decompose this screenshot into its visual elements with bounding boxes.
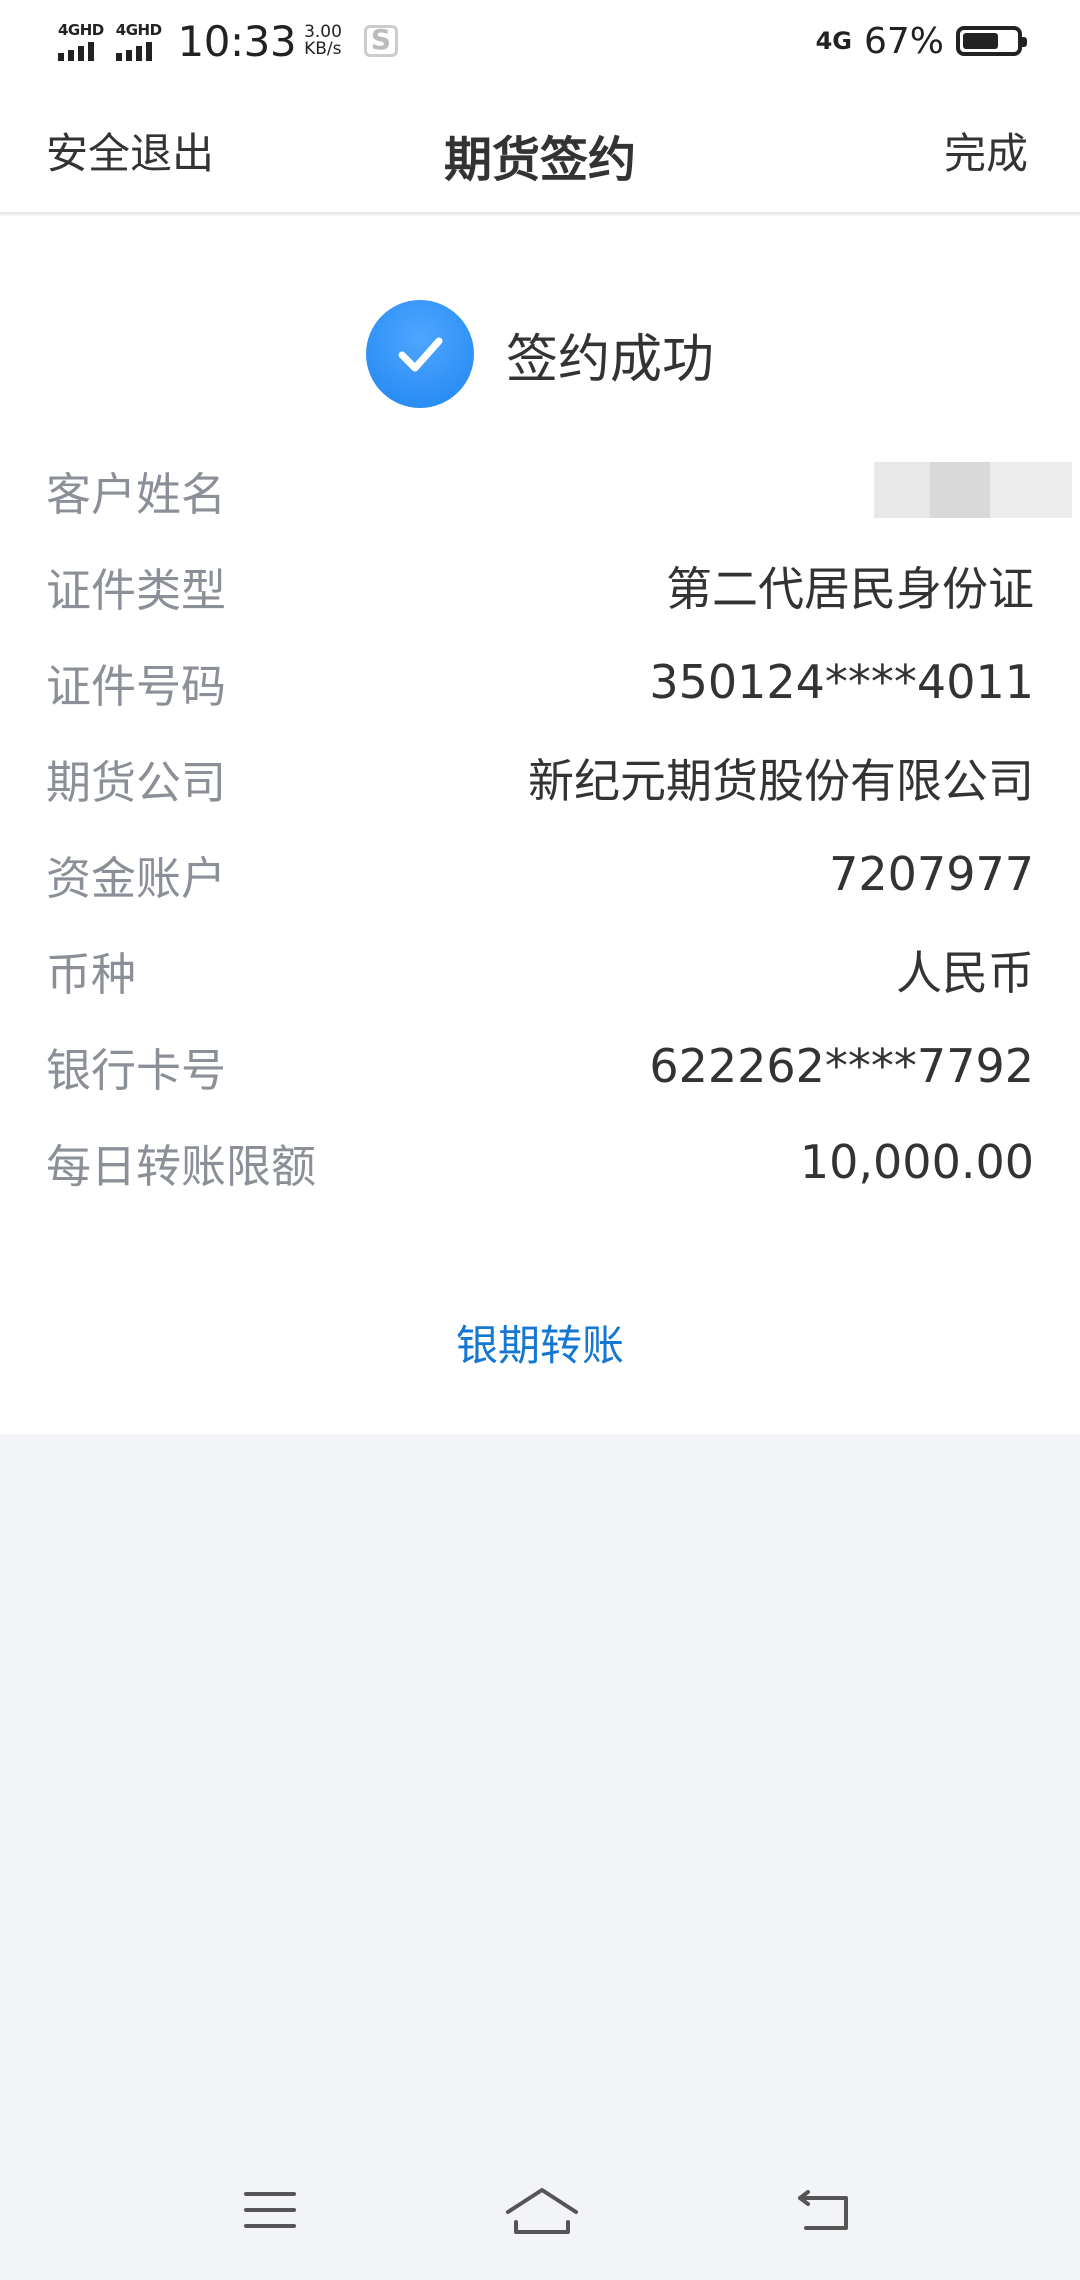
detail-row-futures-company: 期货公司 新纪元期货股份有限公司 — [0, 730, 1080, 826]
redacted-value — [874, 462, 1072, 518]
network-speed: 3.00 KB/s — [304, 24, 342, 58]
signal-2-label: 4GHD — [115, 20, 162, 39]
detail-value: 622262****7792 — [649, 1039, 1034, 1093]
detail-row-fund-account: 资金账户 7207977 — [0, 826, 1080, 922]
signal-1: 4GHD — [58, 22, 104, 61]
back-icon[interactable] — [796, 2186, 852, 2238]
detail-value: 7207977 — [829, 847, 1034, 901]
detail-value: 第二代居民身份证 — [666, 562, 1034, 616]
status-bar: 4GHD 4GHD 10:33 3.00 KB/s S 4G 67% — [0, 0, 1080, 82]
signal-bars-icon — [115, 41, 152, 61]
detail-label: 客户姓名 — [46, 467, 227, 521]
home-icon[interactable] — [504, 2186, 580, 2242]
notification-app-icon: S — [363, 25, 398, 57]
page-title: 期货签约 — [443, 132, 636, 188]
detail-row-id-type: 证件类型 第二代居民身份证 — [0, 538, 1080, 634]
success-banner: 签约成功 — [0, 300, 1080, 408]
battery-percent: 67% — [863, 20, 944, 62]
nav-bar: 安全退出 期货签约 完成 — [0, 82, 1080, 214]
battery-icon — [956, 26, 1027, 56]
status-right: 4G 67% — [815, 20, 1027, 62]
detail-value: 350124****4011 — [649, 655, 1034, 709]
signal-bars-icon — [58, 41, 94, 61]
menu-icon[interactable] — [242, 2186, 298, 2238]
detail-row-currency: 币种 人民币 — [0, 922, 1080, 1018]
detail-label: 币种 — [46, 947, 137, 1001]
detail-value: 10,000.00 — [799, 1135, 1034, 1189]
detail-row-customer-name: 客户姓名 — [0, 442, 1080, 538]
detail-value: 人民币 — [896, 946, 1034, 1000]
detail-row-id-number: 证件号码 350124****4011 — [0, 634, 1080, 730]
content-card: 签约成功 客户姓名 证件类型 第二代居民身份证 证件号码 350124****4… — [0, 216, 1080, 1434]
detail-label: 期货公司 — [46, 755, 227, 809]
check-icon — [365, 300, 474, 408]
success-text: 签约成功 — [505, 329, 714, 390]
detail-label: 证件号码 — [46, 659, 227, 713]
system-nav-bar — [0, 2180, 1080, 2260]
detail-row-bank-card: 银行卡号 622262****7792 — [0, 1018, 1080, 1114]
network-speed-unit: KB/s — [304, 39, 342, 59]
signal-1-label: 4GHD — [58, 20, 104, 39]
detail-row-daily-limit: 每日转账限额 10,000.00 — [0, 1114, 1080, 1210]
screen: 4GHD 4GHD 10:33 3.00 KB/s S 4G 67% 安全退出 … — [0, 0, 1080, 2280]
done-button[interactable]: 完成 — [944, 120, 1028, 181]
signal-2: 4GHD — [115, 20, 162, 61]
detail-label: 资金账户 — [46, 851, 227, 905]
detail-list: 客户姓名 证件类型 第二代居民身份证 证件号码 350124****4011 期… — [0, 442, 1080, 1210]
network-type: 4G — [815, 27, 852, 55]
bank-futures-transfer-link[interactable]: 银期转账 — [0, 1312, 1080, 1373]
detail-label: 每日转账限额 — [46, 1139, 317, 1193]
detail-label: 银行卡号 — [46, 1043, 227, 1097]
status-time: 10:33 — [177, 16, 297, 66]
detail-label: 证件类型 — [46, 563, 227, 617]
detail-value: 新纪元期货股份有限公司 — [528, 754, 1034, 808]
